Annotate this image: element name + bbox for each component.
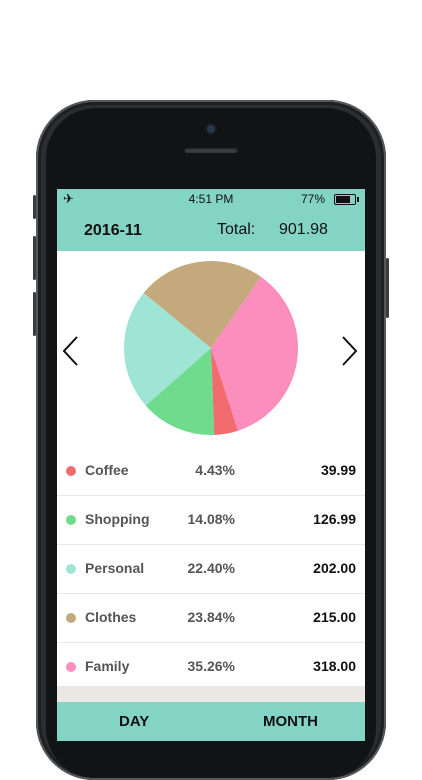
earpiece-speaker <box>184 147 238 153</box>
list-item[interactable]: Personal 22.40% 202.00 <box>57 545 365 594</box>
category-name: Clothes <box>85 609 137 625</box>
category-percent: 14.08% <box>187 511 235 527</box>
category-percent: 23.84% <box>187 609 235 625</box>
category-list: Coffee 4.43% 39.99 Shopping 14.08% 126.9… <box>57 447 365 692</box>
list-item[interactable]: Shopping 14.08% 126.99 <box>57 496 365 545</box>
chevron-right-icon[interactable] <box>337 333 361 369</box>
front-camera <box>207 125 215 133</box>
category-amount: 39.99 <box>320 462 356 478</box>
total-label: Total: <box>217 221 256 238</box>
category-name: Shopping <box>85 511 150 527</box>
tab-bar: DAY MONTH <box>57 702 365 741</box>
battery-percent: 77% <box>300 192 325 206</box>
status-bar: ✈ 4:51 PM 77% <box>57 189 365 209</box>
category-color-dot <box>66 613 76 623</box>
category-name: Coffee <box>85 462 129 478</box>
expense-pie-chart <box>123 261 299 435</box>
chart-area <box>57 251 365 447</box>
app-screen: ✈ 4:51 PM 77% 2016-11 Total: 901.98 Coff… <box>57 189 365 741</box>
list-item[interactable]: Clothes 23.84% 215.00 <box>57 594 365 643</box>
list-item[interactable]: Coffee 4.43% 39.99 <box>57 447 365 496</box>
category-name: Personal <box>85 560 145 576</box>
battery-icon <box>334 194 359 205</box>
list-footer-divider <box>57 686 365 702</box>
month-title: 2016-11 <box>84 222 142 239</box>
category-color-dot <box>66 466 76 476</box>
list-item[interactable]: Family 35.26% 318.00 <box>57 643 365 692</box>
category-color-dot <box>66 662 76 672</box>
summary-header: 2016-11 Total: 901.98 <box>57 209 365 251</box>
chevron-left-icon[interactable] <box>59 333 83 369</box>
total-value: 901.98 <box>279 221 328 238</box>
category-percent: 35.26% <box>187 658 235 674</box>
category-amount: 215.00 <box>313 609 356 625</box>
category-color-dot <box>66 564 76 574</box>
category-percent: 4.43% <box>195 462 235 478</box>
tab-month[interactable]: MONTH <box>263 713 318 730</box>
category-amount: 126.99 <box>313 511 356 527</box>
category-amount: 202.00 <box>313 560 356 576</box>
category-amount: 318.00 <box>313 658 356 674</box>
category-percent: 22.40% <box>187 560 235 576</box>
tab-day[interactable]: DAY <box>119 713 149 730</box>
category-name: Family <box>85 658 130 674</box>
power-button <box>386 258 389 318</box>
category-color-dot <box>66 515 76 525</box>
